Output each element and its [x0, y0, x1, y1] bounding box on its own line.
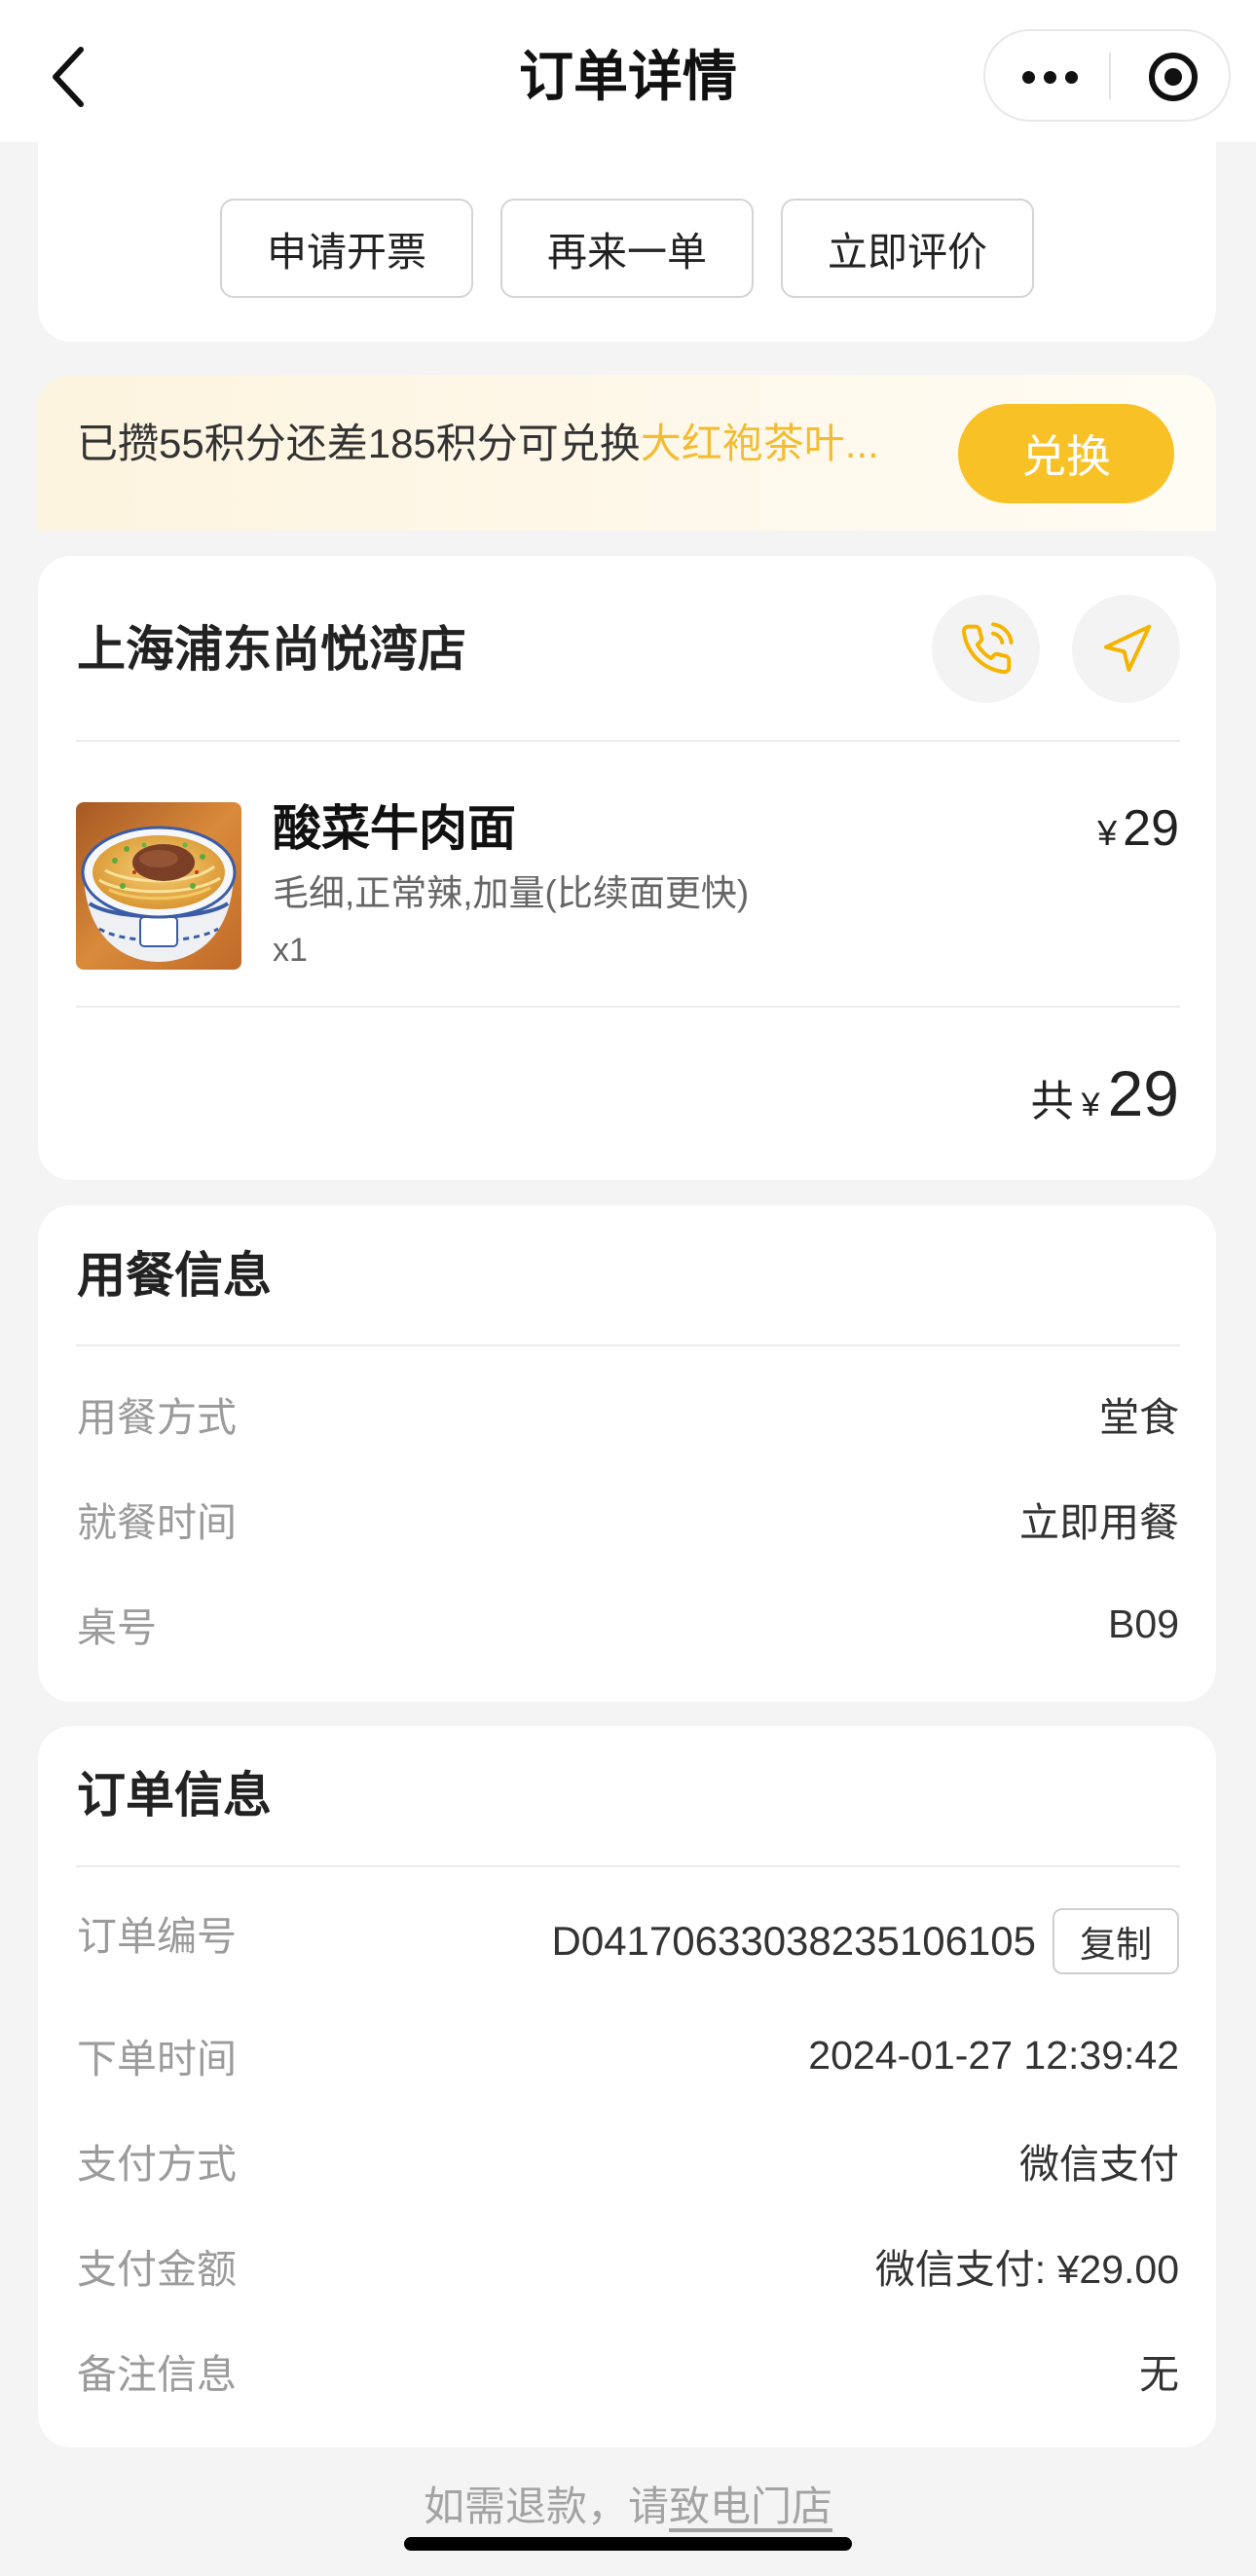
info-value: B09 — [1108, 1601, 1179, 1646]
order-number-value: D04170633038235106105 — [551, 1918, 1037, 1964]
target-icon[interactable] — [1147, 51, 1200, 103]
info-label: 下单时间 — [77, 2037, 237, 2081]
points-banner: 已攒55积分还差185积分可兑换大红袍茶叶... 兑换 — [38, 375, 1216, 531]
info-row: 支付金额 微信支付: ¥29.00 — [77, 2241, 1179, 2292]
info-value: 2024-01-27 12:39:42 — [808, 2032, 1179, 2078]
total-amount: 29 — [1107, 1057, 1179, 1129]
info-label: 支付金额 — [77, 2247, 237, 2292]
dining-info-card: 用餐信息 用餐方式 堂食 就餐时间 立即用餐 桌号 B09 — [38, 1205, 1216, 1702]
review-button[interactable]: 立即评价 — [781, 199, 1034, 298]
info-value: 立即用餐 — [1019, 1500, 1179, 1545]
info-row: 下单时间 2024-01-27 12:39:42 — [77, 2031, 1179, 2082]
action-buttons: 申请开票 再来一单 立即评价 — [38, 199, 1216, 298]
more-dots-icon[interactable] — [1015, 55, 1085, 101]
currency-symbol: ¥ — [1081, 1086, 1100, 1123]
points-text: 已攒55积分还差185积分可兑换 — [77, 421, 641, 466]
phone-icon — [961, 621, 1014, 674]
info-row: 用餐方式 堂食 — [77, 1389, 1179, 1440]
info-row: 支付方式 微信支付 — [77, 2136, 1179, 2187]
info-value: 堂食 — [1099, 1395, 1179, 1440]
info-label: 就餐时间 — [77, 1500, 237, 1545]
info-value: 无 — [1139, 2352, 1179, 2397]
price-value: 29 — [1123, 800, 1179, 857]
points-message: 已攒55积分还差185积分可兑换大红袍茶叶... — [77, 415, 879, 473]
dot — [1022, 71, 1035, 84]
redeem-button[interactable]: 兑换 — [958, 404, 1174, 503]
call-store-button[interactable] — [932, 595, 1040, 703]
divider — [76, 1865, 1180, 1867]
store-name: 上海浦东尚悦湾店 — [77, 622, 466, 677]
item-price: ¥ 29 — [1097, 799, 1179, 858]
divider — [76, 1344, 1180, 1346]
mini-program-capsule — [983, 29, 1231, 122]
divider — [76, 740, 1180, 742]
reorder-button[interactable]: 再来一单 — [500, 199, 754, 298]
info-label: 备注信息 — [77, 2352, 237, 2397]
store-order-card: 上海浦东尚悦湾店 酸菜牛肉面 ¥ 29 毛细,正常辣,加量(比续面更快) x1 … — [38, 556, 1216, 1180]
home-indicator — [404, 2537, 852, 2551]
info-row: 桌号 B09 — [77, 1600, 1179, 1651]
item-image — [76, 802, 241, 970]
nav-bar: 订单详情 — [0, 0, 1256, 142]
points-reward: 大红袍茶叶... — [640, 421, 879, 466]
item-specs: 毛细,正常辣,加量(比续面更快) — [273, 873, 750, 913]
order-total: 共 ¥ 29 — [1031, 1054, 1179, 1132]
section-title: 用餐信息 — [77, 1248, 272, 1303]
order-actions-card: 申请开票 再来一单 立即评价 — [38, 142, 1216, 342]
info-label: 桌号 — [77, 1605, 157, 1650]
invoice-button[interactable]: 申请开票 — [220, 199, 473, 298]
total-label: 共 — [1030, 1078, 1074, 1125]
call-store-link[interactable]: 致电门店 — [669, 2484, 832, 2529]
currency-symbol: ¥ — [1097, 813, 1118, 853]
section-title: 订单信息 — [77, 1768, 272, 1822]
dot — [1044, 71, 1056, 84]
info-value: 微信支付 — [1019, 2142, 1179, 2187]
item-quantity: x1 — [273, 932, 308, 969]
navigate-store-button[interactable] — [1072, 595, 1180, 703]
info-value: 微信支付: ¥29.00 — [874, 2247, 1179, 2292]
refund-note-text: 如需退款，请 — [423, 2484, 669, 2529]
navigation-icon — [1103, 624, 1151, 672]
divider — [76, 1006, 1180, 1008]
info-row: 备注信息 无 — [77, 2346, 1179, 2397]
dot — [1065, 71, 1078, 84]
order-info-card: 订单信息 订单编号 D04170633038235106105 复制 下单时间 … — [38, 1726, 1216, 2447]
info-row: 就餐时间 立即用餐 — [77, 1494, 1179, 1545]
info-label: 支付方式 — [77, 2142, 237, 2187]
copy-button[interactable]: 复制 — [1053, 1908, 1179, 1974]
capsule-divider — [1109, 53, 1111, 99]
order-number-label: 订单编号 — [77, 1914, 237, 1959]
item-name: 酸菜牛肉面 — [273, 801, 516, 856]
refund-note: 如需退款，请致电门店 — [0, 2483, 1256, 2531]
info-label: 用餐方式 — [77, 1395, 237, 1440]
